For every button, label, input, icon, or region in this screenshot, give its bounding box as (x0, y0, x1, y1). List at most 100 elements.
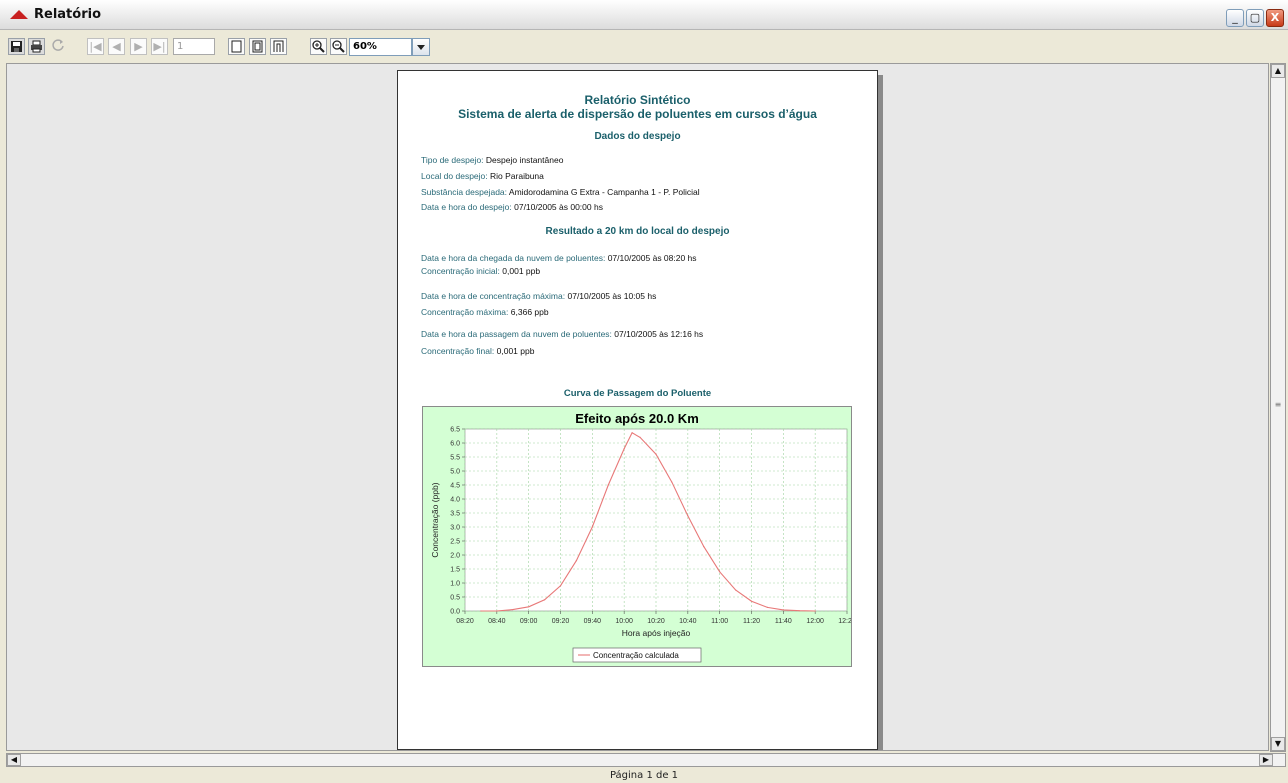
field-local-label: Local do despejo: (421, 171, 488, 181)
y-tick-label: 1.0 (450, 581, 460, 588)
fit-width-button[interactable] (270, 38, 287, 55)
next-page-button[interactable]: ▶ (130, 38, 147, 55)
chart-container: Efeito após 20.0 Km 0.0 0.5 1.0 1.5 2.0 2.5 3.0… (422, 406, 856, 667)
field-tipo-value: Despejo instantâneo (485, 155, 564, 165)
title-bar: Relatório _ ▢ X (0, 0, 1288, 30)
data-point (607, 484, 609, 486)
report-subtitle: Sistema de alerta de dispersão de poluen… (458, 107, 817, 121)
zoom-out-icon (332, 40, 345, 53)
y-tick-label: 0.0 (450, 609, 460, 616)
x-tick-label: 09:00 (520, 618, 538, 625)
field-substancia: Substância despejada: Amidorodamina G Ex… (421, 187, 700, 197)
report-page: Relatório Sintético Sistema de alerta de… (397, 70, 878, 750)
y-tick-label: 3.5 (450, 511, 460, 518)
field-passagem: Data e hora da passagem da nuvem de polu… (421, 329, 703, 339)
x-tick-label: 10:00 (615, 618, 633, 625)
y-axis-label: Concentração (ppb) (430, 482, 440, 557)
data-point (734, 589, 737, 591)
scroll-thumb[interactable]: ≡ (1271, 399, 1285, 415)
save-button[interactable] (8, 38, 25, 55)
field-tipo: Tipo de despejo: Despejo instantâneo (421, 155, 563, 165)
fit-page-button[interactable] (249, 38, 266, 55)
report-viewport: Relatório Sintético Sistema de alerta de… (6, 63, 1269, 751)
print-icon (31, 40, 42, 53)
chart-heading: Curva de Passagem do Poluente (563, 388, 712, 399)
report-title: Relatório Sintético (584, 93, 691, 107)
x-tick-label: 08:20 (456, 618, 474, 625)
y-tick-label: 2.5 (450, 539, 460, 546)
data-point (591, 526, 593, 528)
status-bar: Página 1 de 1 (609, 770, 679, 781)
field-tipo-label: Tipo de despejo: (421, 155, 484, 165)
x-tick-label: 12:20 (838, 618, 851, 625)
field-data-maxima-label: Data e hora de concentração máxima: (421, 291, 566, 301)
scroll-left-button[interactable]: ◀ (7, 754, 21, 766)
field-chegada: Data e hora da chegada da nuvem de polue… (421, 253, 697, 263)
vertical-scrollbar[interactable]: ▲ ≡ ▼ (1270, 63, 1286, 752)
x-tick-label: 11:00 (711, 618, 728, 625)
x-tick-label: 12:00 (806, 618, 824, 625)
field-conc-final: Concentração final: 0,001 ppb (421, 346, 534, 356)
field-conc-inicial: Concentração inicial: 0,001 ppb (421, 266, 540, 276)
data-point (528, 606, 530, 608)
data-point (782, 609, 784, 611)
section-dados-despejo: Dados do despejo (594, 131, 681, 142)
field-chegada-label: Data e hora da chegada da nuvem de polue… (421, 253, 606, 263)
data-point (798, 610, 800, 612)
field-conc-maxima-value: 6,366 ppb (510, 307, 549, 317)
zoom-in-button[interactable] (310, 38, 327, 55)
previous-page-button[interactable]: ◀ (108, 38, 125, 55)
zoom-out-button[interactable] (330, 38, 347, 55)
restore-button[interactable]: ▢ (1246, 9, 1264, 27)
print-button[interactable] (28, 38, 45, 55)
data-point (631, 432, 633, 434)
x-tick-label: 08:40 (488, 618, 506, 625)
data-point (703, 546, 705, 548)
data-point (575, 560, 578, 562)
scroll-down-button[interactable]: ▼ (1271, 737, 1285, 751)
data-point (496, 610, 498, 612)
field-data-despejo: Data e hora do despejo: 07/10/2005 às 00… (421, 202, 603, 212)
field-conc-final-value: 0,001 ppb (496, 346, 535, 356)
first-page-button[interactable]: |◀ (87, 38, 104, 55)
actual-size-button[interactable] (228, 38, 245, 55)
field-passagem-value: 07/10/2005 às 12:16 hs (614, 329, 704, 339)
y-tick-label: 4.0 (450, 497, 460, 504)
scroll-up-button[interactable]: ▲ (1271, 64, 1285, 78)
x-tick-label: 09:40 (584, 618, 602, 625)
field-chegada-value: 07/10/2005 às 08:20 hs (607, 253, 697, 263)
field-passagem-label: Data e hora da passagem da nuvem de polu… (421, 329, 612, 339)
zoom-dropdown-button[interactable] (412, 38, 430, 56)
last-page-button[interactable]: ▶| (151, 38, 168, 55)
data-point (639, 436, 641, 438)
x-tick-label: 11:40 (775, 618, 792, 625)
horizontal-scrollbar[interactable]: ◀ ▶ (6, 753, 1286, 767)
field-data-despejo-value: 07/10/2005 às 00:00 hs (514, 202, 603, 212)
data-point (687, 515, 689, 517)
field-conc-inicial-label: Concentração inicial: (421, 266, 500, 276)
data-point (719, 571, 721, 573)
field-conc-maxima-label: Concentração máxima: (421, 307, 509, 317)
scroll-right-button[interactable]: ▶ (1259, 754, 1273, 766)
zoom-in-icon (312, 40, 325, 53)
save-icon (11, 41, 22, 52)
field-conc-maxima: Concentração máxima: 6,366 ppb (421, 307, 549, 317)
y-tick-label: 5.5 (450, 455, 460, 462)
page-number-input[interactable]: 1 (173, 38, 215, 55)
close-button[interactable]: X (1266, 9, 1284, 27)
page-icon (231, 40, 242, 53)
minimize-button[interactable]: _ (1226, 9, 1244, 27)
plot-area (464, 428, 848, 612)
x-tick-label: 11:20 (743, 618, 760, 625)
y-tick-label: 1.5 (450, 567, 460, 574)
x-axis-label: Hora após injeção (622, 628, 691, 638)
zoom-select[interactable]: 60% (349, 38, 412, 56)
section-resultado: Resultado a 20 km do local do despejo (545, 226, 730, 237)
legend-label: Concentração calculada (593, 651, 679, 660)
data-point (559, 585, 562, 587)
fit-page-icon (252, 40, 263, 53)
refresh-icon (52, 39, 64, 51)
refresh-button[interactable] (50, 38, 67, 55)
data-point (623, 448, 625, 450)
field-substancia-label: Substância despejada: (421, 187, 508, 197)
